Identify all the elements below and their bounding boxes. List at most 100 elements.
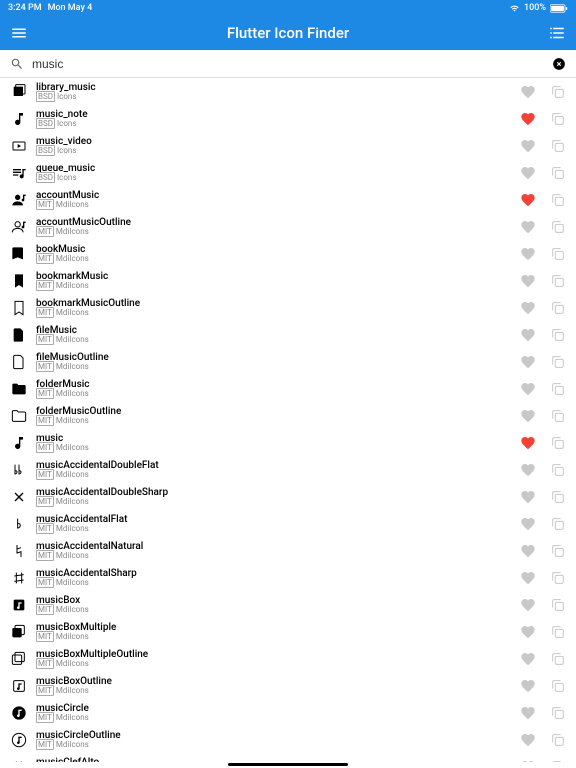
row-body: musicAccidentalFlatMITMdiIcons <box>30 514 520 534</box>
copy-button[interactable] <box>550 111 566 127</box>
list-item[interactable]: queue_musicBSDIcons <box>0 159 576 186</box>
favorite-button[interactable] <box>520 138 536 154</box>
search-input[interactable] <box>32 57 544 71</box>
list-item[interactable]: musicMITMdiIcons <box>0 429 576 456</box>
favorite-button[interactable] <box>520 381 536 397</box>
status-bar: 3:24 PM Mon May 4 100% <box>0 0 576 16</box>
icon-meta: MITMdiIcons <box>36 255 520 264</box>
copy-button[interactable] <box>550 462 566 478</box>
icon-meta: MITMdiIcons <box>36 201 520 210</box>
copy-button[interactable] <box>550 84 566 100</box>
copy-button[interactable] <box>550 408 566 424</box>
list-item[interactable]: music_videoBSDIcons <box>0 132 576 159</box>
list-item[interactable]: folderMusicMITMdiIcons <box>0 375 576 402</box>
list-item[interactable]: musicBoxMultipleOutlineMITMdiIcons <box>0 645 576 672</box>
icon-name: bookMusic <box>36 244 520 255</box>
list-item[interactable]: folderMusicOutlineMITMdiIcons <box>0 402 576 429</box>
favorite-button[interactable] <box>520 489 536 505</box>
favorite-button[interactable] <box>520 246 536 262</box>
circle-icon <box>8 705 30 721</box>
icon-name: bookmarkMusic <box>36 271 520 282</box>
favorite-button[interactable] <box>520 462 536 478</box>
list-item[interactable]: musicAccidentalDoubleFlatMITMdiIcons <box>0 456 576 483</box>
favorite-button[interactable] <box>520 543 536 559</box>
list-item[interactable]: musicCircleMITMdiIcons <box>0 699 576 726</box>
favorite-button[interactable] <box>520 678 536 694</box>
copy-button[interactable] <box>550 543 566 559</box>
copy-button[interactable] <box>550 300 566 316</box>
favorite-button[interactable] <box>520 219 536 235</box>
copy-button[interactable] <box>550 651 566 667</box>
list-item[interactable]: musicBoxMITMdiIcons <box>0 591 576 618</box>
list-item[interactable]: musicBoxMultipleMITMdiIcons <box>0 618 576 645</box>
list-item[interactable]: bookmarkMusicMITMdiIcons <box>0 267 576 294</box>
favorite-button[interactable] <box>520 597 536 613</box>
list-item[interactable]: library_musicBSDIcons <box>0 78 576 105</box>
list-item[interactable]: musicCircleOutlineMITMdiIcons <box>0 726 576 753</box>
copy-button[interactable] <box>550 165 566 181</box>
row-body: musicMITMdiIcons <box>30 433 520 453</box>
icon-name: folderMusic <box>36 379 520 390</box>
copy-button[interactable] <box>550 624 566 640</box>
list-item[interactable]: fileMusicMITMdiIcons <box>0 321 576 348</box>
favorite-button[interactable] <box>520 624 536 640</box>
icon-name: music_video <box>36 136 520 147</box>
copy-button[interactable] <box>550 678 566 694</box>
copy-button[interactable] <box>550 381 566 397</box>
favorite-button[interactable] <box>520 408 536 424</box>
copy-button[interactable] <box>550 732 566 748</box>
favorite-button[interactable] <box>520 165 536 181</box>
copy-button[interactable] <box>550 435 566 451</box>
list-item[interactable]: fileMusicOutlineMITMdiIcons <box>0 348 576 375</box>
menu-icon[interactable] <box>10 24 28 42</box>
copy-button[interactable] <box>550 273 566 289</box>
favorite-button[interactable] <box>520 759 536 763</box>
list-item[interactable]: musicAccidentalNaturalMITMdiIcons <box>0 537 576 564</box>
favorite-button[interactable] <box>520 84 536 100</box>
icon-meta: BSDIcons <box>36 93 520 102</box>
favorite-button[interactable] <box>520 192 536 208</box>
favorite-button[interactable] <box>520 273 536 289</box>
copy-button[interactable] <box>550 705 566 721</box>
copy-button[interactable] <box>550 597 566 613</box>
library-icon <box>8 84 30 100</box>
copy-button[interactable] <box>550 516 566 532</box>
copy-button[interactable] <box>550 327 566 343</box>
favorite-button[interactable] <box>520 300 536 316</box>
copy-button[interactable] <box>550 570 566 586</box>
bookmark-o-icon <box>8 300 30 316</box>
icon-name: musicCircleOutline <box>36 730 520 741</box>
list-item[interactable]: accountMusicOutlineMITMdiIcons <box>0 213 576 240</box>
list-item[interactable]: musicClefAltoMITMdiIcons <box>0 753 576 762</box>
list-item[interactable]: music_noteBSDIcons <box>0 105 576 132</box>
list-item[interactable]: bookMusicMITMdiIcons <box>0 240 576 267</box>
copy-button[interactable] <box>550 246 566 262</box>
favorite-button[interactable] <box>520 732 536 748</box>
favorite-button[interactable] <box>520 516 536 532</box>
favorite-button[interactable] <box>520 327 536 343</box>
copy-button[interactable] <box>550 759 566 763</box>
row-body: accountMusicMITMdiIcons <box>30 190 520 210</box>
copy-button[interactable] <box>550 354 566 370</box>
list-item[interactable]: musicAccidentalDoubleSharpMITMdiIcons <box>0 483 576 510</box>
favorite-button[interactable] <box>520 705 536 721</box>
favorite-button[interactable] <box>520 651 536 667</box>
copy-button[interactable] <box>550 489 566 505</box>
copy-button[interactable] <box>550 219 566 235</box>
icon-name: library_music <box>36 82 520 93</box>
list-item[interactable]: musicAccidentalFlatMITMdiIcons <box>0 510 576 537</box>
copy-button[interactable] <box>550 192 566 208</box>
favorite-button[interactable] <box>520 354 536 370</box>
list-item[interactable]: musicBoxOutlineMITMdiIcons <box>0 672 576 699</box>
clear-icon[interactable] <box>552 57 566 71</box>
list-item[interactable]: musicAccidentalSharpMITMdiIcons <box>0 564 576 591</box>
list-item[interactable]: bookmarkMusicOutlineMITMdiIcons <box>0 294 576 321</box>
favorite-button[interactable] <box>520 435 536 451</box>
row-body: fileMusicMITMdiIcons <box>30 325 520 345</box>
list-item[interactable]: accountMusicMITMdiIcons <box>0 186 576 213</box>
favorite-button[interactable] <box>520 111 536 127</box>
search-bar <box>0 50 576 78</box>
copy-button[interactable] <box>550 138 566 154</box>
favorite-button[interactable] <box>520 570 536 586</box>
view-list-icon[interactable] <box>548 24 566 42</box>
